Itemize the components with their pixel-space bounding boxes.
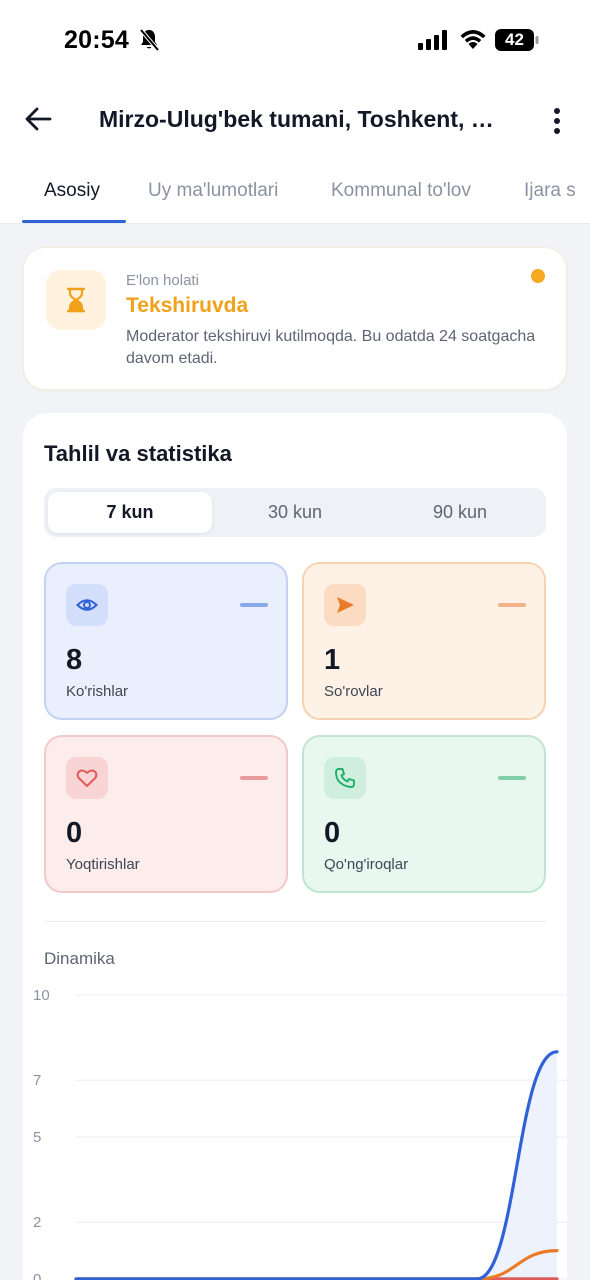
metric-likes-card[interactable]: 0 Yoqtirishlar bbox=[44, 735, 288, 893]
phone-icon bbox=[335, 768, 355, 788]
metric-requests-card[interactable]: 1 So'rovlar bbox=[302, 562, 546, 720]
eye-icon bbox=[76, 599, 98, 611]
chart-y-tick-label: 10 bbox=[33, 987, 50, 1004]
metric-icon-box bbox=[324, 757, 366, 799]
bell-muted-icon bbox=[139, 28, 160, 52]
period-selector: 7 kun 30 kun 90 kun bbox=[44, 488, 546, 537]
metric-value: 1 bbox=[324, 644, 341, 676]
metric-icon-box bbox=[324, 584, 366, 626]
metric-icon-box bbox=[66, 584, 108, 626]
status-indicator-dot bbox=[531, 269, 545, 283]
status-description: Moderator tekshiruvi kutilmoqda. Bu odat… bbox=[126, 328, 536, 367]
chart-y-tick-label: 2 bbox=[33, 1214, 41, 1231]
metric-views-card[interactable]: 8 Ko'rishlar bbox=[44, 562, 288, 720]
chart-y-tick-label: 0 bbox=[33, 1271, 41, 1280]
metric-label: Yoqtirishlar bbox=[66, 856, 140, 873]
analytics-card: Tahlil va statistika 7 kun 30 kun 90 kun… bbox=[23, 413, 567, 1280]
dynamics-chart: 10 7 5 2 0 bbox=[33, 987, 567, 1280]
status-value: Tekshiruvda bbox=[126, 294, 249, 317]
trend-flat-icon bbox=[498, 776, 526, 780]
send-icon bbox=[337, 597, 354, 613]
metric-value: 0 bbox=[324, 817, 341, 849]
trend-flat-icon bbox=[240, 776, 268, 780]
status-icon-box bbox=[46, 270, 106, 330]
period-90-days[interactable]: 90 kun bbox=[378, 492, 542, 533]
metric-value: 8 bbox=[66, 644, 83, 676]
tab-ijara[interactable]: Ijara s bbox=[524, 180, 576, 202]
heart-icon bbox=[76, 769, 98, 787]
dynamics-title: Dinamika bbox=[44, 949, 115, 968]
metric-label: Ko'rishlar bbox=[66, 683, 129, 700]
tab-uy-malumotlari[interactable]: Uy ma'lumotlari bbox=[148, 180, 278, 202]
tab-kommunal-tolov[interactable]: Kommunal to'lov bbox=[331, 180, 471, 202]
listing-status-card: E'lon holati Tekshiruvda Moderator teksh… bbox=[23, 247, 567, 390]
cellular-signal-icon bbox=[418, 30, 447, 50]
analytics-title: Tahlil va statistika bbox=[44, 441, 232, 466]
page-title: Mirzo-Ulug'bek tumani, Toshkent, T... bbox=[99, 106, 499, 132]
status-label: E'lon holati bbox=[126, 272, 199, 289]
hourglass-icon bbox=[66, 287, 86, 313]
battery-level: 42 bbox=[505, 30, 524, 49]
status-time: 20:54 bbox=[64, 26, 129, 54]
trend-flat-icon bbox=[240, 603, 268, 607]
status-bar: 20:54 42 bbox=[0, 0, 590, 80]
wifi-icon bbox=[460, 30, 486, 49]
tab-asosiy[interactable]: Asosiy bbox=[44, 180, 100, 202]
metric-calls-card[interactable]: 0 Qo'ng'iroqlar bbox=[302, 735, 546, 893]
metric-label: Qo'ng'iroqlar bbox=[324, 856, 409, 873]
chart-series-line-0 bbox=[74, 1050, 559, 1280]
chart-area-fill bbox=[76, 1051, 557, 1279]
section-divider bbox=[44, 921, 546, 922]
more-vertical-icon[interactable] bbox=[542, 104, 572, 138]
back-arrow-icon[interactable] bbox=[22, 102, 56, 136]
metric-icon-box bbox=[66, 757, 108, 799]
metric-label: So'rovlar bbox=[324, 683, 383, 700]
active-tab-indicator bbox=[22, 220, 126, 223]
period-7-days[interactable]: 7 kun bbox=[48, 492, 212, 533]
trend-flat-icon bbox=[498, 603, 526, 607]
chart-y-tick-label: 7 bbox=[33, 1072, 41, 1089]
metric-value: 0 bbox=[66, 817, 83, 849]
app-header: Mirzo-Ulug'bek tumani, Toshkent, T... bbox=[0, 80, 590, 162]
chart-y-tick-label: 5 bbox=[33, 1129, 41, 1146]
period-30-days[interactable]: 30 kun bbox=[213, 492, 377, 533]
tab-bar: Asosiy Uy ma'lumotlari Kommunal to'lov I… bbox=[0, 162, 590, 224]
